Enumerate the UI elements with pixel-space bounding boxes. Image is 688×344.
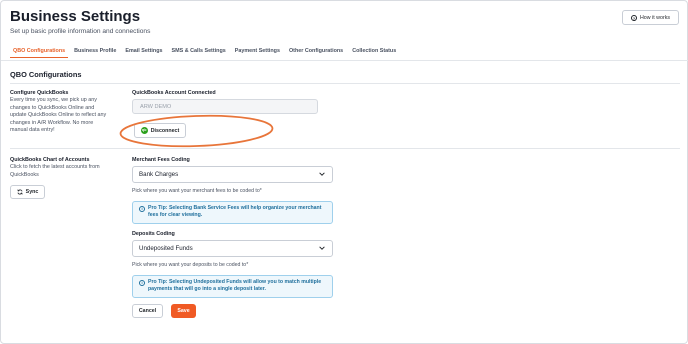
- info-icon: i: [139, 280, 145, 286]
- info-icon: i: [139, 206, 145, 212]
- deposits-tip-text: Pro Tip: Selecting Undeposited Funds wil…: [148, 279, 322, 293]
- merchant-fees-tip: i Pro Tip: Selecting Bank Service Fees w…: [132, 201, 333, 224]
- merchant-fees-select[interactable]: Bank Charges: [132, 166, 333, 183]
- settings-tabs: QBO Configurations Business Profile Emai…: [10, 48, 402, 58]
- tab-sms-calls-settings[interactable]: SMS & Calls Settings: [169, 48, 229, 58]
- save-button[interactable]: Save: [171, 304, 196, 318]
- merchant-fees-tip-text: Pro Tip: Selecting Bank Service Fees wil…: [148, 205, 322, 219]
- section-divider: [10, 83, 680, 84]
- tab-qbo-configurations[interactable]: QBO Configurations: [10, 48, 69, 58]
- page-title: Business Settings: [10, 8, 141, 25]
- cancel-button[interactable]: Cancel: [132, 304, 163, 318]
- sync-label: Sync: [25, 189, 39, 195]
- account-connected-field: ARW DEMO: [132, 99, 318, 114]
- configure-quickbooks-heading: Configure QuickBooks: [10, 90, 69, 96]
- app-window: Business Settings Set up basic profile i…: [0, 0, 688, 344]
- deposits-select[interactable]: Undeposited Funds: [132, 240, 333, 257]
- deposits-help: Pick where you want your deposits to be …: [132, 262, 249, 268]
- tabs-divider: [1, 60, 688, 61]
- tab-other-configurations[interactable]: Other Configurations: [286, 48, 346, 58]
- section-title: QBO Configurations: [10, 70, 82, 79]
- merchant-fees-help: Pick where you want your merchant fees t…: [132, 188, 262, 194]
- tab-collection-status[interactable]: Collection Status: [349, 48, 399, 58]
- chevron-down-icon: [319, 246, 325, 250]
- merchant-fees-label: Merchant Fees Coding: [132, 157, 190, 163]
- sync-button[interactable]: Sync: [10, 185, 45, 199]
- disconnect-button[interactable]: qb Disconnect: [134, 123, 186, 138]
- sync-icon: [17, 189, 23, 195]
- disconnect-label: Disconnect: [150, 127, 180, 134]
- how-it-works-label: How it works: [639, 14, 671, 21]
- deposits-label: Deposits Coding: [132, 231, 175, 237]
- merchant-fees-selected: Bank Charges: [139, 171, 179, 178]
- deposits-selected: Undeposited Funds: [139, 245, 193, 252]
- configure-quickbooks-description: Every time you sync, we pick up any chan…: [10, 97, 107, 134]
- how-it-works-button[interactable]: ? How it works: [622, 10, 679, 25]
- tab-payment-settings[interactable]: Payment Settings: [232, 48, 283, 58]
- tab-business-profile[interactable]: Business Profile: [71, 48, 119, 58]
- section-divider: [10, 148, 680, 149]
- deposits-tip: i Pro Tip: Selecting Undeposited Funds w…: [132, 275, 333, 298]
- tab-email-settings[interactable]: Email Settings: [122, 48, 165, 58]
- question-circle-icon: ?: [630, 14, 637, 21]
- chevron-down-icon: [319, 172, 325, 176]
- quickbooks-logo-icon: qb: [140, 127, 148, 134]
- chart-of-accounts-description: Click to fetch the latest accounts from …: [10, 164, 100, 178]
- chart-of-accounts-heading: QuickBooks Chart of Accounts: [10, 157, 90, 163]
- page-subtitle: Set up basic profile information and con…: [10, 28, 151, 35]
- account-connected-label: QuickBooks Account Connected: [132, 90, 216, 96]
